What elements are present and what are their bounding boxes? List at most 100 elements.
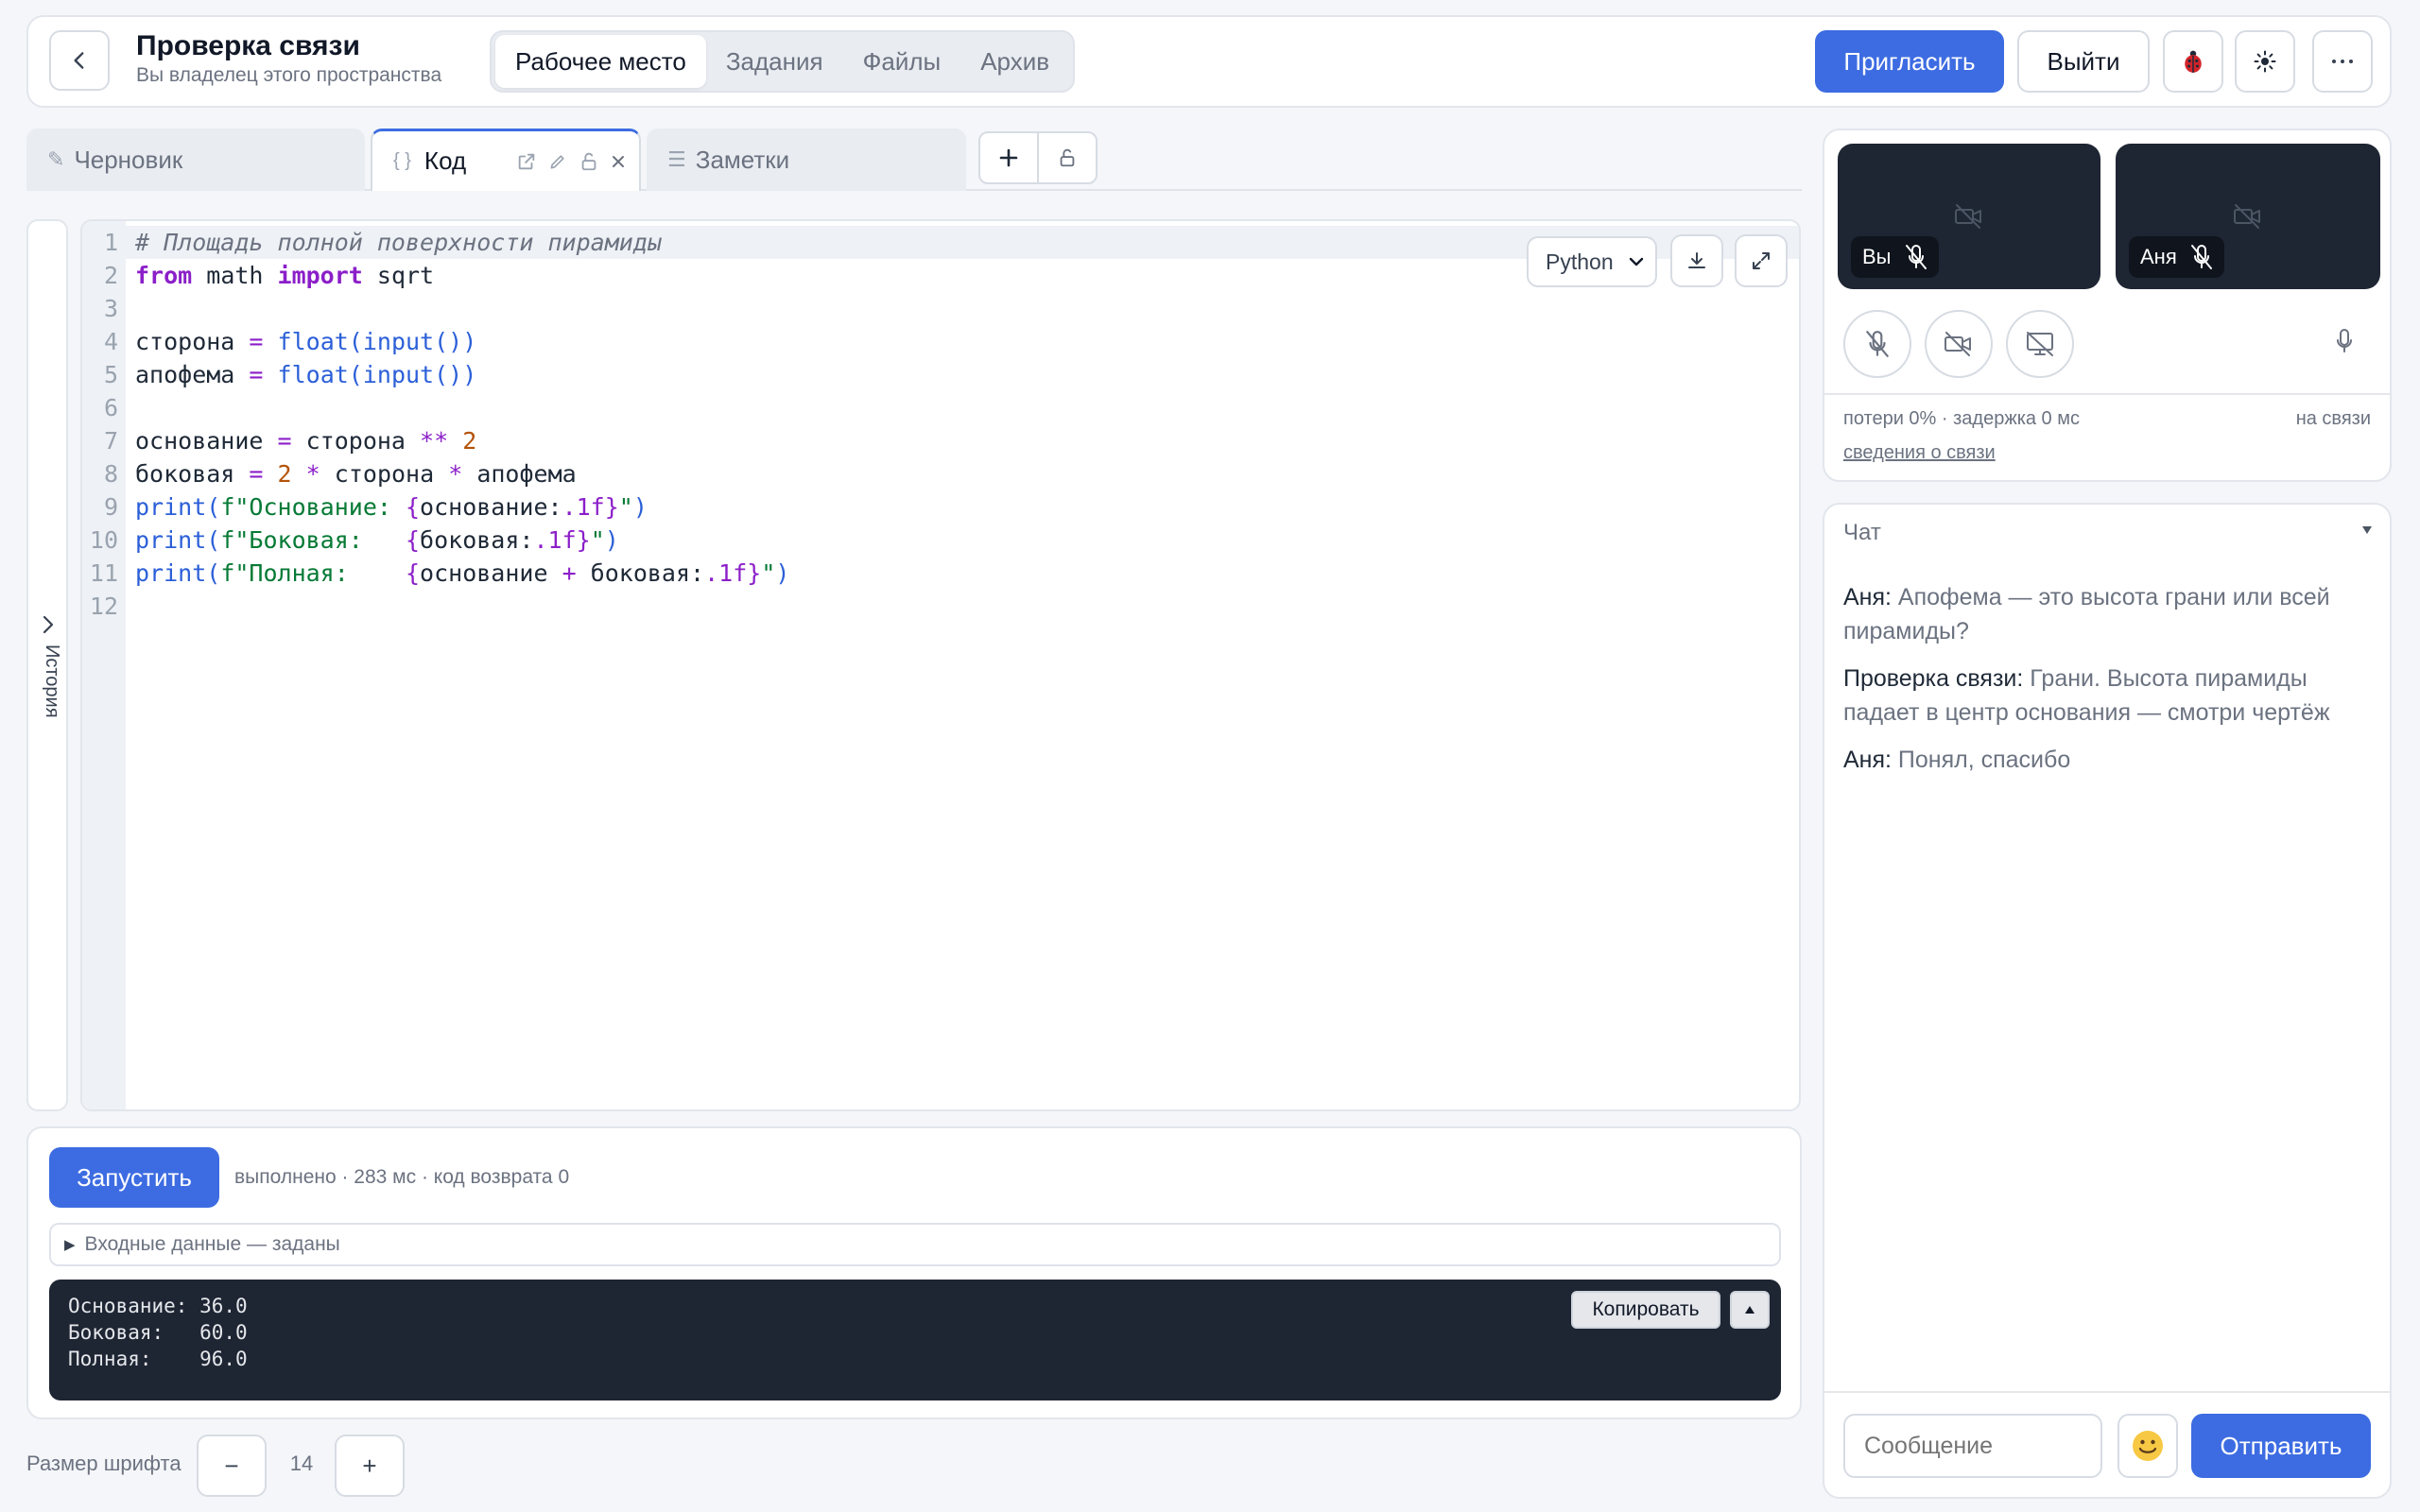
- call-panel: Вы Аня потери 0% · задержка 0 мс на связ…: [1823, 129, 2392, 482]
- output-line: Основание: 36.0: [68, 1295, 248, 1317]
- chevron-down-icon: [1629, 257, 1644, 266]
- code-token: основание: [420, 559, 562, 587]
- line-number: 10: [89, 526, 118, 554]
- toggle-screenshare-button[interactable]: [2006, 310, 2074, 378]
- close-tab-icon[interactable]: [611, 154, 626, 169]
- tab-code[interactable]: { } Код: [371, 129, 641, 191]
- mic-off-icon: [2190, 244, 2212, 269]
- code-editor[interactable]: 1 2 3 4 5 6 7 8 9 10 11 12 # Площадь полной поверхн…: [80, 219, 1801, 1111]
- code-line: print(f"Боковая: {боковая:.1f}"): [135, 524, 789, 557]
- code-line: сторона = float(input()): [135, 325, 789, 358]
- code-line: print(f"Полная: {основание + боковая:.1f…: [135, 557, 789, 590]
- back-button[interactable]: [49, 30, 110, 91]
- nav-workspace[interactable]: Рабочее место: [495, 35, 706, 88]
- code-token: .1f}: [704, 559, 762, 587]
- fullscreen-button[interactable]: [1735, 234, 1788, 287]
- open-external-icon[interactable]: [516, 151, 537, 172]
- participant-label-self: Вы: [1851, 236, 1939, 278]
- output-console: Основание: 36.0 Боковая: 60.0 Полная: 96…: [49, 1280, 1781, 1400]
- chat-composer-divider: [1824, 1391, 2390, 1393]
- history-sidebar-toggle[interactable]: История: [26, 219, 68, 1111]
- output-line: Полная: 96.0: [68, 1348, 248, 1370]
- participant-name: Вы: [1862, 245, 1892, 268]
- chat-message: Проверка связи: Грани. Высота пирамиды п…: [1843, 662, 2373, 730]
- expand-icon: [1753, 252, 1770, 269]
- lock-tabs-button[interactable]: [1039, 133, 1096, 182]
- run-button[interactable]: Запустить: [49, 1147, 219, 1208]
- mic-off-icon: [1905, 244, 1927, 269]
- code-token: print(: [135, 559, 221, 587]
- chat-author: Проверка связи:: [1843, 665, 2024, 692]
- run-panel: Запустить выполнено · 283 мс · код возвр…: [26, 1126, 1802, 1419]
- microphone-icon: [2337, 328, 2352, 352]
- code-token: math: [192, 262, 278, 289]
- chat-message: Аня: Апофема — это высота грани или всей…: [1843, 580, 2373, 648]
- unlock-icon[interactable]: [579, 151, 599, 172]
- code-line: print(f"Основание: {основание:.1f}"): [135, 490, 789, 524]
- tab-label: Черновик: [74, 145, 183, 174]
- code-token: ": [618, 493, 633, 521]
- code-token: =: [249, 460, 264, 488]
- code-token: апофема: [135, 361, 250, 388]
- code-line: # Площадь полной поверхности пирамиды: [135, 226, 789, 259]
- rename-pencil-icon[interactable]: [548, 152, 567, 171]
- logout-button[interactable]: Выйти: [2017, 30, 2150, 93]
- code-token: *: [448, 460, 463, 488]
- caret-right-icon: ▶: [64, 1237, 76, 1253]
- run-status: выполнено · 283 мс · код возврата 0: [234, 1166, 570, 1188]
- line-number: 1: [103, 229, 118, 256]
- code-token: 2: [462, 427, 477, 455]
- code-token: =: [277, 427, 292, 455]
- chat-text: Понял, спасибо: [1897, 747, 2071, 773]
- download-button[interactable]: [1670, 234, 1723, 287]
- tab-draft[interactable]: ✎ Черновик: [26, 129, 365, 191]
- code-lines: # Площадь полной поверхности пирамиды fro…: [135, 226, 789, 623]
- copy-output-button[interactable]: Копировать: [1571, 1291, 1720, 1329]
- chevron-left-icon: [74, 52, 84, 69]
- invite-button[interactable]: Пригласить: [1815, 30, 2004, 93]
- font-size-decrease-button[interactable]: −: [197, 1435, 267, 1497]
- tab-notes[interactable]: ☰ Заметки: [647, 129, 966, 191]
- code-token: f"Полная:: [220, 559, 406, 587]
- caret-down-icon: [2362, 526, 2372, 534]
- emoji-button[interactable]: [2118, 1414, 2178, 1478]
- space-heading: Проверка связи Вы владелец этого простра…: [136, 30, 441, 87]
- ladybug-icon: [2185, 50, 2202, 73]
- nav-files[interactable]: Файлы: [843, 35, 961, 88]
- mic-settings-button[interactable]: [2333, 327, 2356, 355]
- connection-details-link[interactable]: сведения о связи: [1843, 442, 1996, 464]
- add-tab-button[interactable]: [980, 133, 1039, 182]
- line-number: 4: [103, 328, 118, 355]
- download-icon: [1688, 252, 1705, 268]
- bug-report-button[interactable]: [2163, 30, 2223, 93]
- send-button[interactable]: Отправить: [2191, 1414, 2371, 1478]
- line-number: 3: [103, 295, 118, 322]
- nav-archive[interactable]: Архив: [960, 35, 1069, 88]
- chat-collapse-toggle[interactable]: [2361, 525, 2373, 535]
- code-token: боковая:: [420, 526, 534, 554]
- language-select[interactable]: Python: [1527, 236, 1657, 287]
- more-menu-button[interactable]: [2312, 30, 2373, 93]
- code-token: *: [305, 460, 320, 488]
- top-bar: Проверка связи Вы владелец этого простра…: [26, 15, 2392, 108]
- line-number: 12: [89, 593, 118, 620]
- toggle-mic-button[interactable]: [1843, 310, 1911, 378]
- code-token: =: [249, 361, 264, 388]
- input-data-toggle[interactable]: ▶ Входные данные — заданы: [49, 1223, 1781, 1266]
- theme-toggle-button[interactable]: [2235, 30, 2295, 93]
- history-label: История: [42, 644, 62, 718]
- message-input[interactable]: [1843, 1414, 2102, 1478]
- code-token: {: [405, 526, 421, 554]
- font-size-increase-button[interactable]: +: [335, 1435, 405, 1497]
- line-number: 5: [103, 361, 118, 388]
- nav-tasks[interactable]: Задания: [706, 35, 843, 88]
- code-token: сторона: [320, 460, 449, 488]
- collapse-output-button[interactable]: [1730, 1291, 1770, 1329]
- code-token: f"Основание:: [220, 493, 406, 521]
- toggle-camera-button[interactable]: [1925, 310, 1993, 378]
- code-token: {: [405, 559, 421, 587]
- code-token: =: [249, 328, 264, 355]
